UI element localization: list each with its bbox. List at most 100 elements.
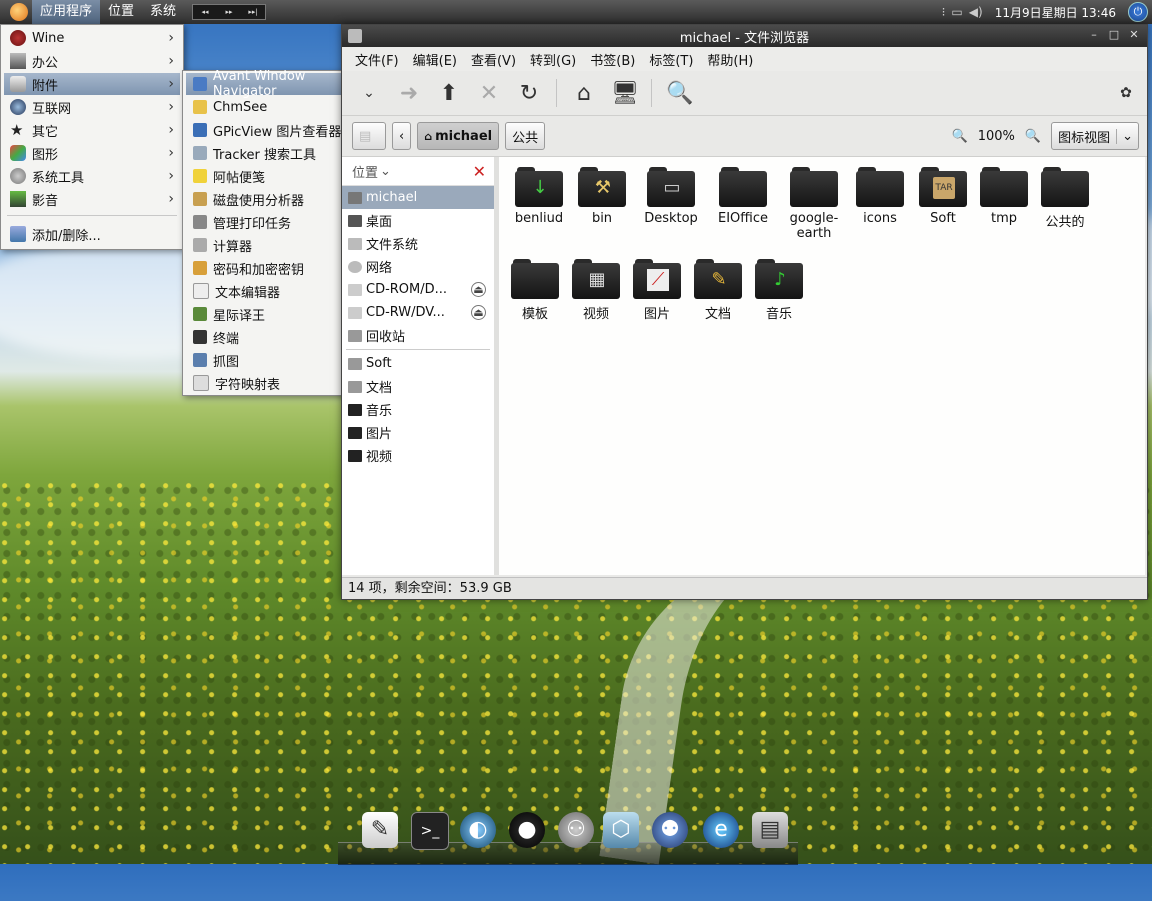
menu-bookmarks[interactable]: 书签(B) — [583, 50, 642, 69]
trash-icon — [348, 329, 362, 342]
gnome-foot-icon[interactable] — [10, 3, 28, 21]
window-titlebar[interactable]: michael - 文件浏览器 – □ ✕ — [342, 25, 1147, 47]
submenu-item-label: 磁盘使用分析器 — [213, 193, 305, 209]
forward-icon[interactable]: ➜ — [396, 81, 422, 106]
folder-item[interactable]: ✎ 文档 — [686, 259, 750, 322]
sidebar-item-bookmark-documents[interactable]: 文档 — [342, 375, 494, 398]
search-icon[interactable]: 🔍 — [666, 81, 693, 106]
menu-item-multimedia[interactable]: 影音 › — [4, 188, 180, 210]
menu-item-office[interactable]: 办公 › — [4, 50, 180, 72]
places-menu[interactable]: 位置 — [100, 0, 142, 24]
sidebar-item-filesystem[interactable]: 文件系统 — [342, 232, 494, 255]
folder-item[interactable]: 模板 — [503, 259, 567, 322]
menu-item-wine[interactable]: Wine › — [4, 27, 180, 49]
menu-view[interactable]: 查看(V) — [464, 50, 523, 69]
folder-item[interactable]: ⚒ bin — [570, 167, 634, 226]
volume-icon[interactable]: ◀) — [969, 5, 983, 19]
folder-icon — [719, 167, 767, 207]
menu-edit[interactable]: 编辑(E) — [406, 50, 464, 69]
folder-item[interactable]: TAR Soft — [911, 167, 975, 226]
reload-icon[interactable]: ↻ — [516, 81, 542, 106]
next-icon[interactable]: ▸▸| — [241, 5, 265, 19]
optical-drive-icon — [348, 283, 362, 296]
sidebar-item-cdrw[interactable]: CD-RW/DV... ⏏ — [342, 301, 494, 324]
menu-go[interactable]: 转到(G) — [523, 50, 583, 69]
applications-menu[interactable]: 应用程序 — [32, 0, 101, 24]
keyboard-icon[interactable]: ▭ — [951, 5, 962, 19]
folder-item[interactable]: google-earth — [782, 167, 846, 241]
view-mode-select[interactable]: 图标视图 ⌄ — [1051, 122, 1139, 150]
folder-item[interactable]: tmp — [972, 167, 1036, 226]
folder-item[interactable]: ▭ Desktop — [639, 167, 703, 226]
sidebar-item-bookmark-videos[interactable]: 视频 — [342, 444, 494, 467]
sidebar-item-bookmark-music[interactable]: 音乐 — [342, 398, 494, 421]
applications-dropdown: Wine › 办公 › 附件 › 互联网 › ★ 其它 › 图形 › 系统工具 › 影音 › 添… — [0, 24, 184, 250]
sidebar-item-cdrom[interactable]: CD-ROM/D... ⏏ — [342, 278, 494, 301]
sidebar-item-desktop[interactable]: 桌面 — [342, 209, 494, 232]
terminal-icon[interactable]: >_ — [411, 812, 449, 850]
menu-item-system-tools[interactable]: 系统工具 › — [4, 165, 180, 187]
menu-item-graphics[interactable]: 图形 › — [4, 142, 180, 164]
menu-item-internet[interactable]: 互联网 › — [4, 96, 180, 118]
stop-icon[interactable]: ✕ — [476, 81, 502, 106]
chevron-down-icon[interactable]: ⌄ — [380, 164, 391, 179]
window-menu-icon[interactable] — [348, 29, 362, 43]
file-cabinet-icon[interactable]: ▤ — [752, 812, 788, 848]
menu-file[interactable]: 文件(F) — [348, 50, 406, 69]
eject-icon[interactable]: ⏏ — [471, 282, 486, 297]
zoom-in-icon[interactable]: 🔍 — [1025, 129, 1041, 144]
virtualbox-icon[interactable]: ⬡ — [603, 812, 639, 848]
eject-icon[interactable]: ⏏ — [471, 305, 486, 320]
previous-icon[interactable]: ◂◂ — [193, 5, 217, 19]
clock[interactable]: 11月9日星期日 13:46 — [995, 4, 1116, 21]
sidebar-mode-label[interactable]: 位置 — [352, 162, 378, 181]
sidebar-item-bookmark-pictures[interactable]: 图片 — [342, 421, 494, 444]
folder-item[interactable]: EIOffice — [711, 167, 775, 226]
messenger-icon[interactable]: ⚇ — [558, 812, 594, 848]
qq-penguin-icon[interactable]: ● — [509, 812, 545, 848]
folder-item[interactable]: ⟋ 图片 — [625, 259, 689, 322]
minimize-icon[interactable]: – — [1087, 28, 1101, 42]
optical-drive-icon — [348, 306, 362, 319]
chevron-right-icon: › — [168, 99, 174, 115]
folder-item[interactable]: ♪ 音乐 — [747, 259, 811, 322]
close-icon[interactable]: ✕ — [1127, 28, 1141, 42]
path-scroll-left-button[interactable]: ‹ — [392, 122, 412, 150]
folder-item[interactable]: ↓ benliud — [507, 167, 571, 226]
home-icon[interactable]: ⌂ — [571, 81, 597, 106]
sidebar-item-michael[interactable]: michael — [342, 186, 494, 209]
path-button-public[interactable]: 公共 — [505, 122, 546, 150]
close-sidebar-icon[interactable]: ✕ — [473, 162, 486, 181]
play-icon[interactable]: ▸▸ — [217, 5, 241, 19]
toggle-location-button[interactable]: ▤ — [352, 122, 386, 150]
disk-usage-icon — [193, 192, 207, 206]
folder-icon — [1041, 167, 1089, 207]
computer-icon[interactable]: 🖥 — [611, 81, 639, 106]
power-icon[interactable]: ⏻ — [1128, 2, 1148, 22]
path-button-michael[interactable]: ⌂ michael — [417, 122, 500, 150]
zoom-out-icon[interactable]: 🔍 — [952, 129, 968, 144]
menu-item-accessories[interactable]: 附件 › — [4, 73, 180, 95]
file-name: 视频 — [582, 307, 609, 322]
browser-globe-icon[interactable]: ◐ — [460, 812, 496, 848]
sidebar-item-trash[interactable]: 回收站 — [342, 324, 494, 347]
ie-icon[interactable]: e — [703, 812, 739, 848]
sidebar-item-network[interactable]: 网络 — [342, 255, 494, 278]
system-menu[interactable]: 系统 — [142, 0, 184, 24]
text-editor-icon[interactable]: ✎ — [362, 812, 398, 848]
back-dropdown-icon[interactable]: ⌄ — [356, 85, 382, 101]
menu-tabs[interactable]: 标签(T) — [642, 50, 700, 69]
chat-icon[interactable]: ⚉ — [652, 812, 688, 848]
zoom-level[interactable]: 100% — [978, 129, 1015, 144]
folder-icon: ♪ — [755, 259, 803, 299]
maximize-icon[interactable]: □ — [1107, 28, 1121, 42]
menu-item-label: Wine — [32, 30, 65, 46]
menu-item-add-remove[interactable]: 添加/删除... — [4, 223, 180, 245]
folder-item[interactable]: icons — [848, 167, 912, 226]
menu-item-other[interactable]: ★ 其它 › — [4, 119, 180, 141]
folder-item[interactable]: ▦ 视频 — [564, 259, 628, 322]
menu-help[interactable]: 帮助(H) — [700, 50, 760, 69]
up-icon[interactable]: ⬆ — [436, 81, 462, 106]
folder-item[interactable]: 公共的 — [1033, 167, 1097, 230]
sidebar-item-bookmark-soft[interactable]: Soft — [342, 352, 494, 375]
